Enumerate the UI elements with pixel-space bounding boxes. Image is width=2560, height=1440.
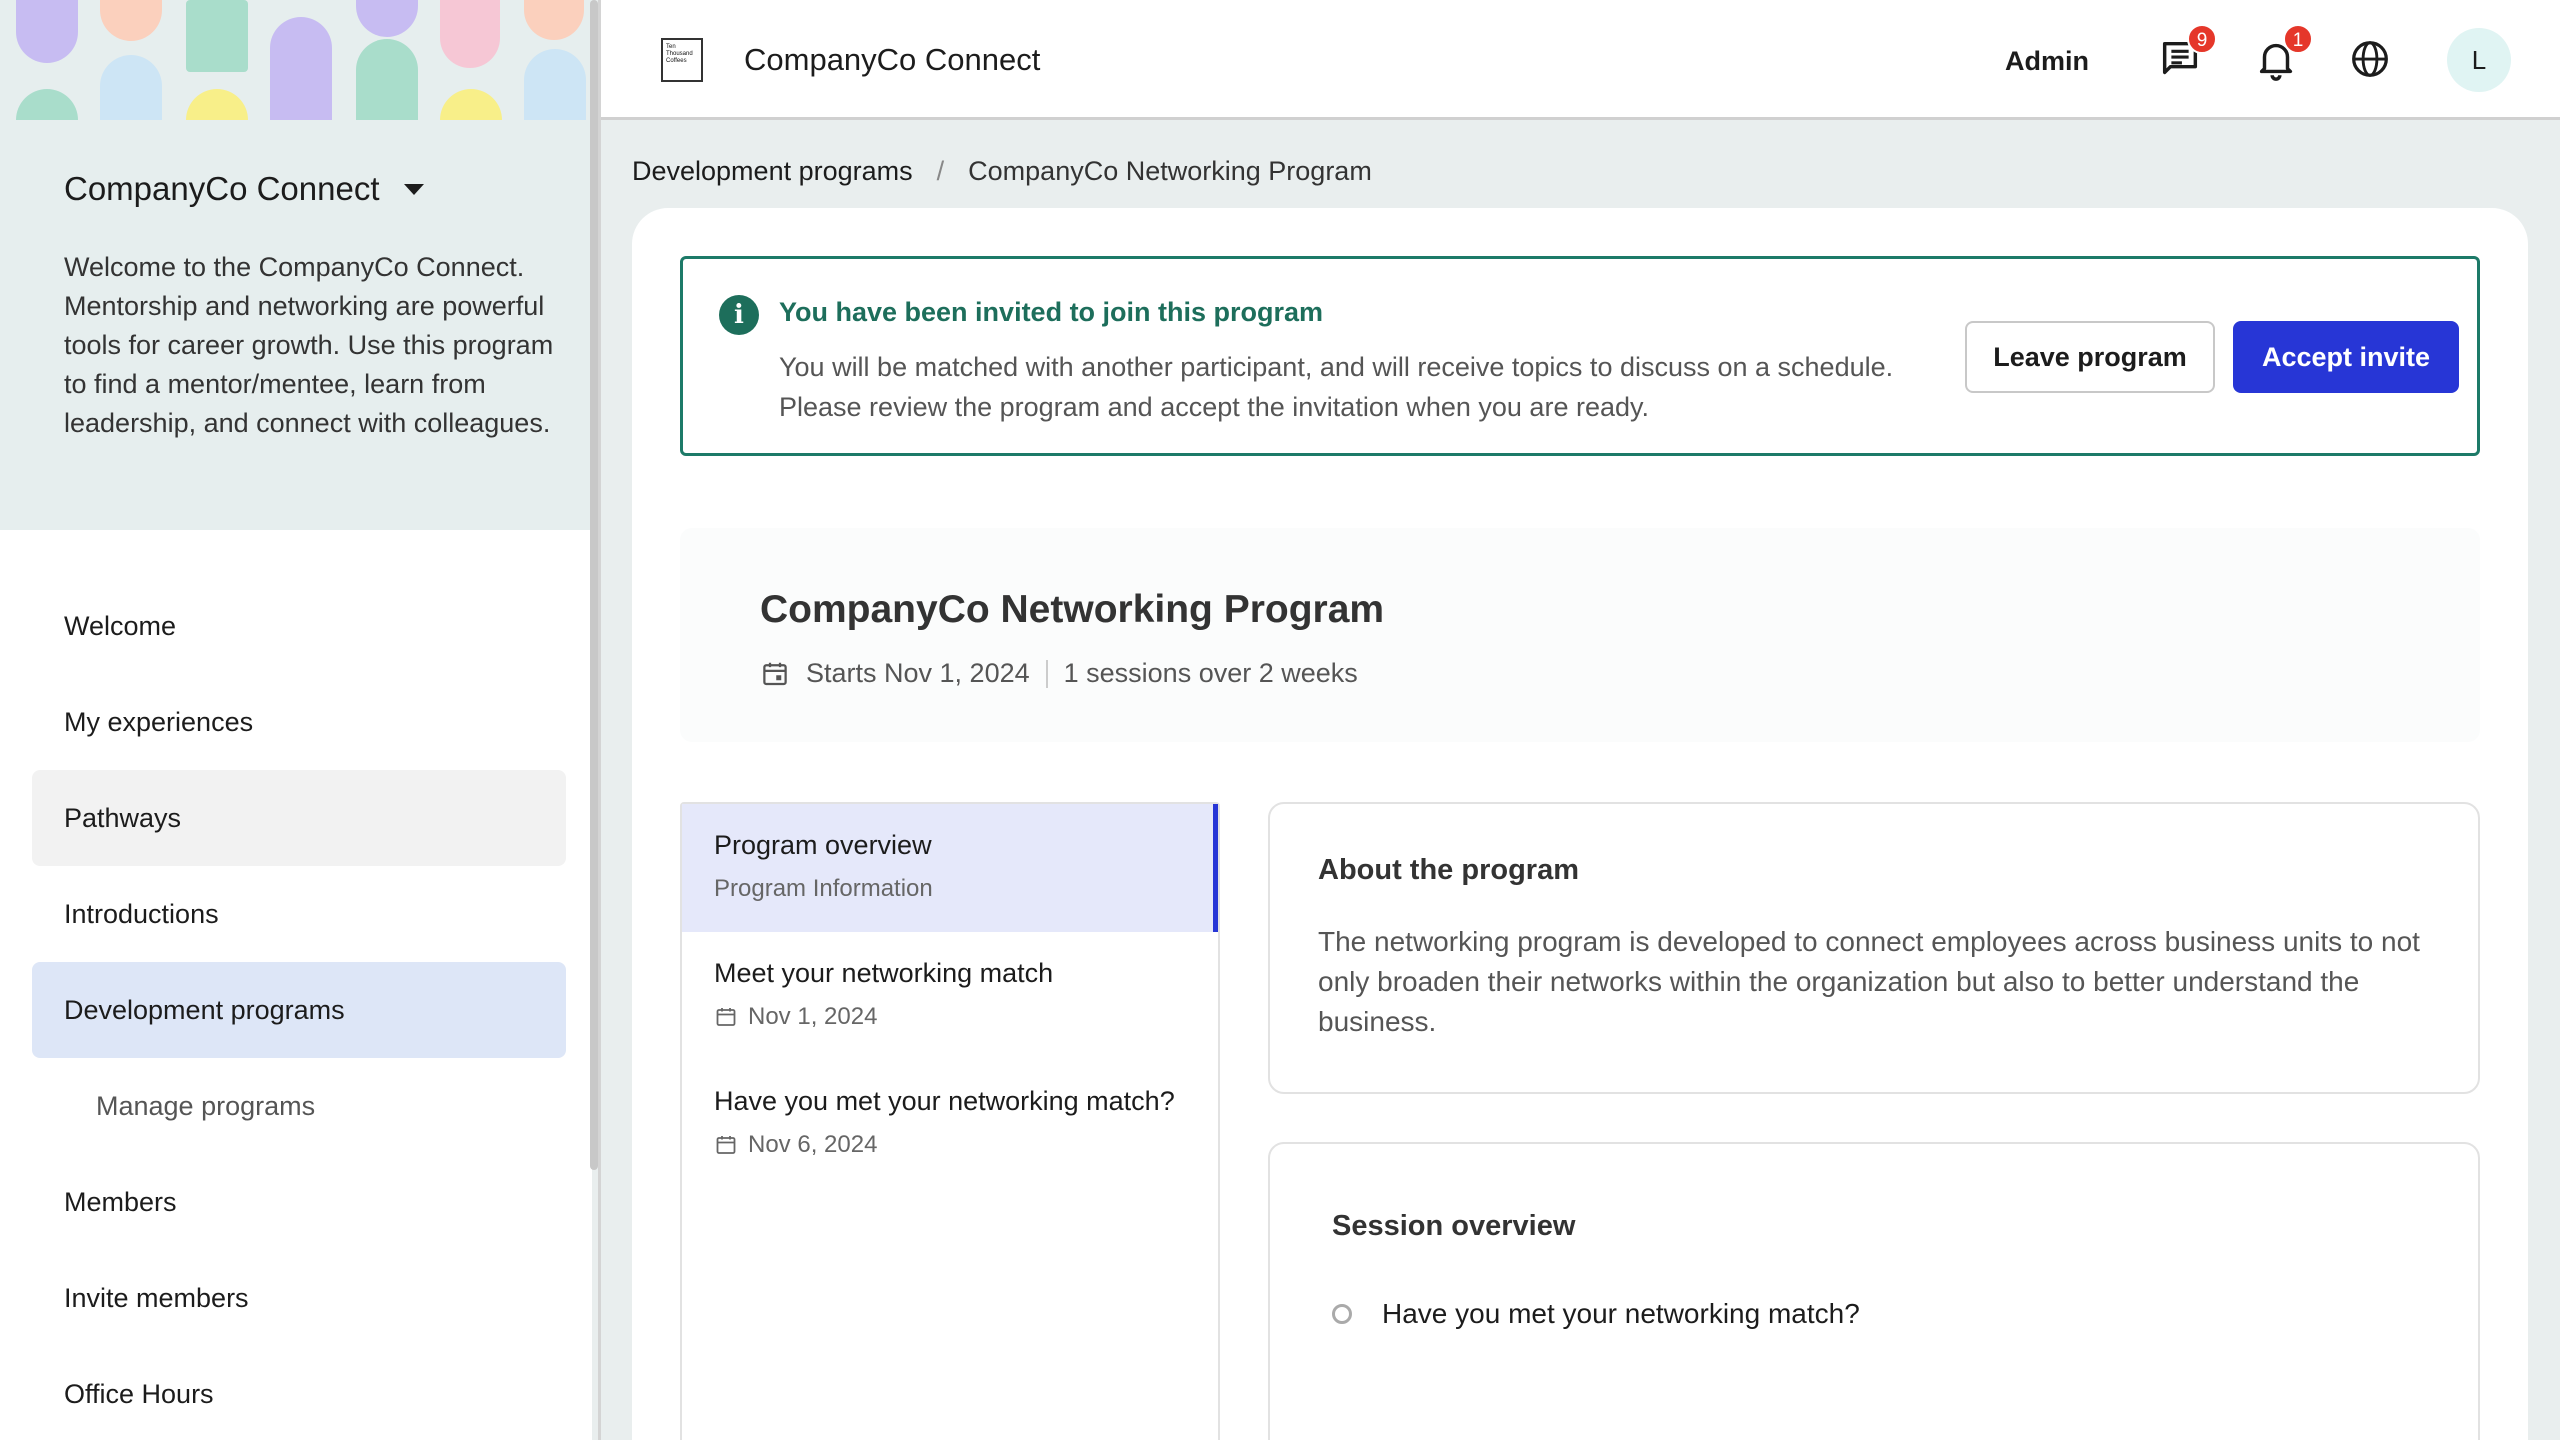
session-item-meet-match[interactable]: Meet your networking match Nov 1, 2024 [682,932,1218,1060]
invite-body: You will be matched with another partici… [779,352,1894,422]
community-description: Welcome to the CompanyCo Connect. Mentor… [64,252,554,438]
sidebar-nav: Welcome My experiences Pathways Introduc… [32,578,566,1440]
calendar-icon [716,1136,736,1154]
sidebar-item-introductions[interactable]: Introductions [32,866,566,962]
program-header: CompanyCo Networking Program Starts Nov … [680,528,2480,742]
user-avatar[interactable]: L [2447,28,2511,92]
session-item-met-match[interactable]: Have you met your networking match? Nov … [682,1060,1218,1188]
program-start-date: Starts Nov 1, 2024 [806,658,1030,688]
sidebar-item-development-programs[interactable]: Development programs [32,962,566,1058]
program-title: CompanyCo Networking Program [760,588,1385,631]
sidebar-item-office-hours[interactable]: Office Hours [32,1346,566,1440]
notifications-button[interactable]: 1 [2253,24,2313,82]
session-date: Nov 1, 2024 [714,1003,1186,1031]
decorative-pattern [16,0,586,120]
breadcrumb-parent-link[interactable]: Development programs [632,156,913,187]
sidebar-item-welcome[interactable]: Welcome [32,578,566,674]
sidebar-item-my-experiences[interactable]: My experiences [32,674,566,770]
session-date: Nov 6, 2024 [714,1131,1186,1159]
session-date-text: Nov 6, 2024 [748,1131,878,1158]
sidebar-header: CompanyCo Connect Welcome to the Company… [0,0,592,530]
sidebar-item-members[interactable]: Members [32,1154,566,1250]
overview-title: Session overview [1332,1210,1576,1242]
sidebar: CompanyCo Connect Welcome to the Company… [0,0,592,1440]
radio-circle-icon [1332,1304,1352,1324]
breadcrumb-separator: / [936,156,945,186]
sidebar-item-manage-programs[interactable]: Manage programs [32,1058,566,1154]
breadcrumb-current: CompanyCo Networking Program [968,156,1372,186]
info-icon: i [719,295,759,335]
sidebar-item-invite-members[interactable]: Invite members [32,1250,566,1346]
about-text: The networking program is developed to c… [1318,926,2420,1037]
messages-button[interactable]: 9 [2157,24,2217,82]
program-meta: Starts Nov 1, 2024 1 sessions over 2 wee… [760,658,1358,689]
globe-icon [2352,41,2388,77]
admin-link[interactable]: Admin [2005,46,2089,77]
overview-item[interactable]: Have you met your networking match? [1332,1298,1860,1330]
messages-badge: 9 [2187,24,2217,54]
invite-banner: i You have been invited to join this pro… [680,256,2480,456]
session-list: Program overview Program Information Mee… [680,802,1220,1440]
company-logo[interactable]: Ten Thousand Coffees [661,38,703,82]
notifications-badge: 1 [2283,24,2313,54]
session-title: Meet your networking match [714,958,1054,988]
community-name: CompanyCo Connect [64,170,380,207]
sidebar-scrollbar[interactable] [590,0,598,1170]
overview-item-label: Have you met your networking match? [1382,1298,1860,1329]
top-bar: Ten Thousand Coffees CompanyCo Connect A… [601,0,2560,120]
session-date-text: Nov 1, 2024 [748,1003,878,1030]
caret-down-icon [403,183,424,195]
app-title: CompanyCo Connect [744,42,1041,77]
invite-title: You have been invited to join this progr… [779,297,1324,327]
sidebar-item-pathways[interactable]: Pathways [32,770,566,866]
session-item-program-overview[interactable]: Program overview Program Information [682,804,1218,932]
session-title: Have you met your networking match? [714,1086,1175,1116]
breadcrumb: Development programs / CompanyCo Network… [632,156,1372,187]
community-switcher[interactable]: CompanyCo Connect [64,170,424,208]
program-sessions-info: 1 sessions over 2 weeks [1063,658,1358,688]
language-button[interactable] [2347,36,2393,82]
calendar-icon [716,1008,736,1026]
session-subtitle: Program Information [714,875,933,902]
leave-program-button[interactable]: Leave program [1965,321,2215,393]
calendar-icon [763,662,787,685]
about-program-card: About the program The networking program… [1268,802,2480,1094]
about-title: About the program [1318,854,1579,886]
session-title: Program overview [714,830,932,860]
meta-divider [1045,659,1048,688]
session-overview-card: Session overview Have you met your netwo… [1268,1142,2480,1440]
accept-invite-button[interactable]: Accept invite [2233,321,2459,393]
sidebar-divider [598,0,601,1440]
main-content: i You have been invited to join this pro… [632,208,2528,1440]
